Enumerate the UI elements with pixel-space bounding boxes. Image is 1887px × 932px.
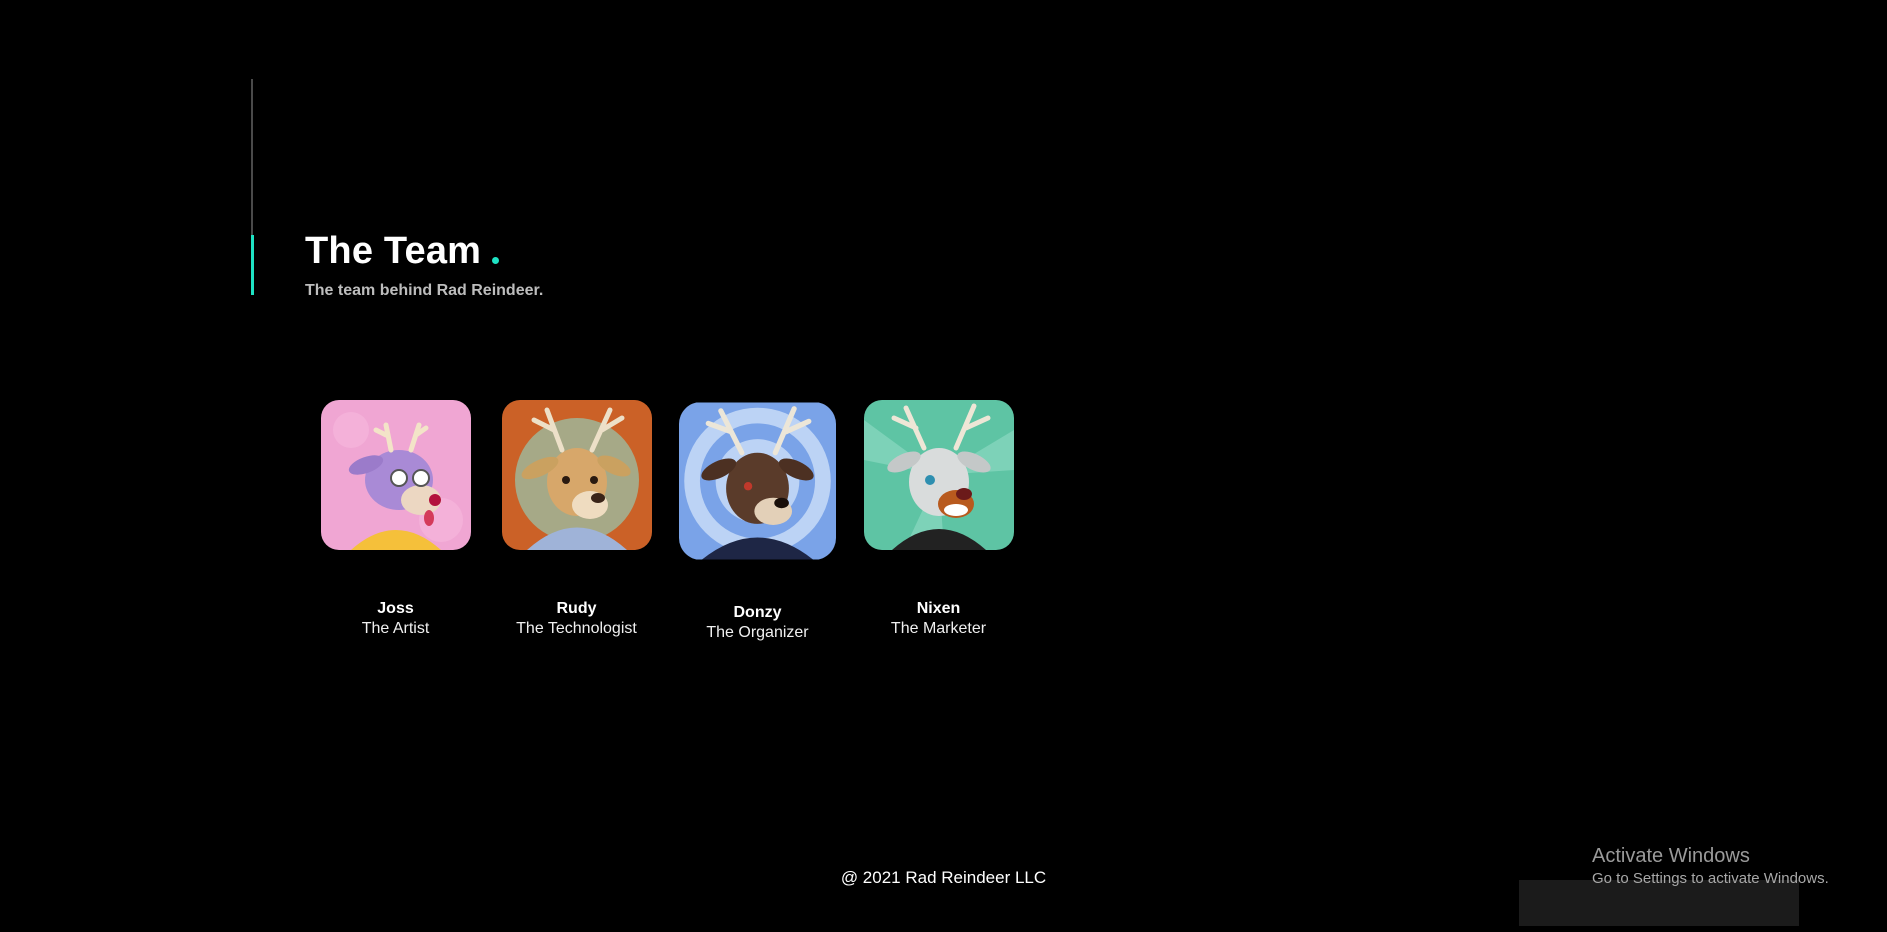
avatar-nixen [863, 400, 1014, 550]
section-indicator-line [251, 79, 254, 295]
member-role: The Artist [361, 620, 430, 637]
member-role: The Marketer [890, 620, 987, 637]
team-member-donzy: Donzy The Organizer [667, 400, 848, 642]
member-name: Donzy [733, 604, 782, 621]
avatar-donzy [679, 402, 836, 560]
member-role: The Technologist [516, 620, 637, 637]
avatar-rudy [501, 400, 652, 550]
team-header: The Team The team behind Rad Reindeer. [305, 228, 543, 300]
page-title-text: The Team [305, 230, 482, 272]
accent-dot-icon [492, 257, 500, 264]
member-name: Joss [377, 600, 414, 617]
team-list: Joss The Artist Rudy The Technologist Do… [305, 400, 1029, 642]
member-role: The Organizer [706, 624, 809, 641]
avatar-joss [320, 400, 471, 550]
page-title: The Team [305, 228, 543, 274]
section-indicator-active [251, 235, 254, 295]
member-name: Nixen [916, 600, 961, 617]
watermark-title: Activate Windows [1592, 845, 1750, 867]
windows-activation-watermark: Activate Windows Go to Settings to activ… [1592, 845, 1829, 887]
team-member-joss: Joss The Artist [305, 400, 486, 642]
watermark-subtitle: Go to Settings to activate Windows. [1592, 870, 1829, 887]
team-member-nixen: Nixen The Marketer [848, 400, 1029, 642]
page-subtitle: The team behind Rad Reindeer. [305, 282, 544, 299]
member-name: Rudy [556, 600, 597, 617]
team-member-rudy: Rudy The Technologist [486, 400, 667, 642]
